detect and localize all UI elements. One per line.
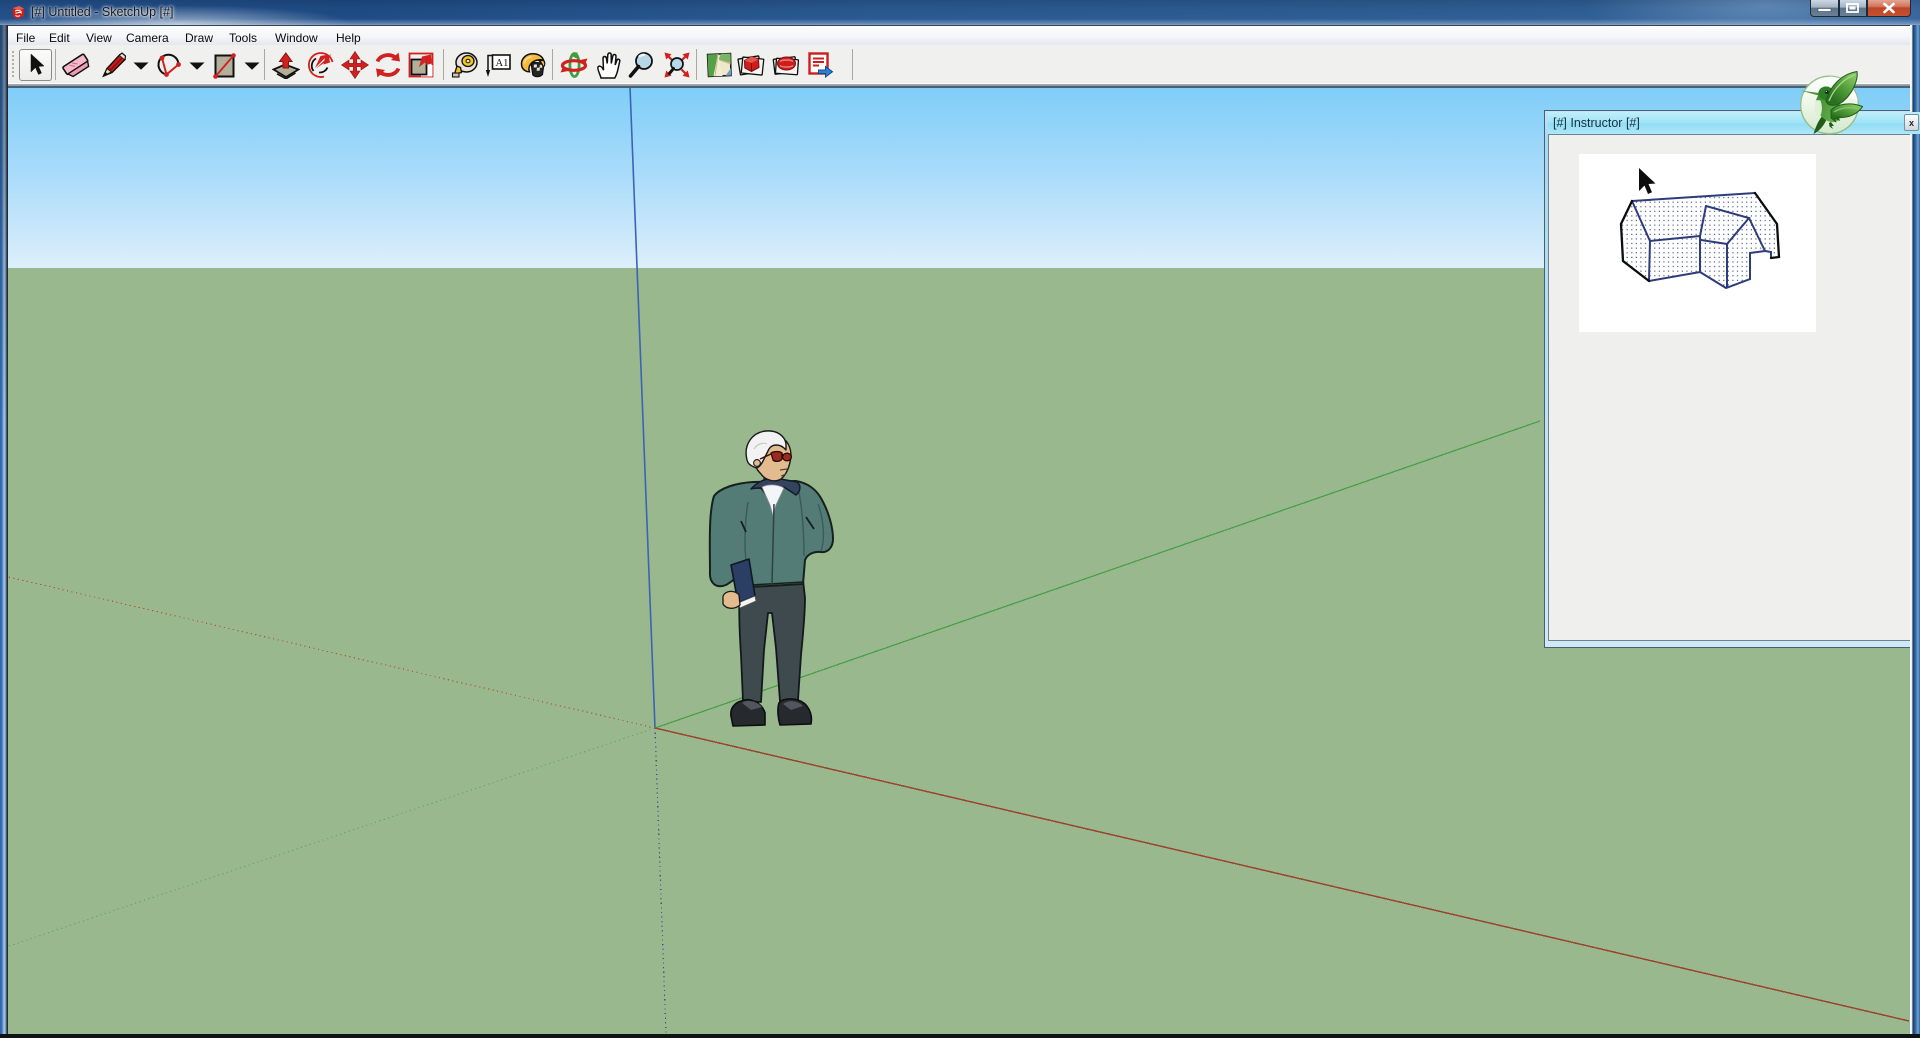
svg-text:A1: A1	[496, 58, 509, 69]
